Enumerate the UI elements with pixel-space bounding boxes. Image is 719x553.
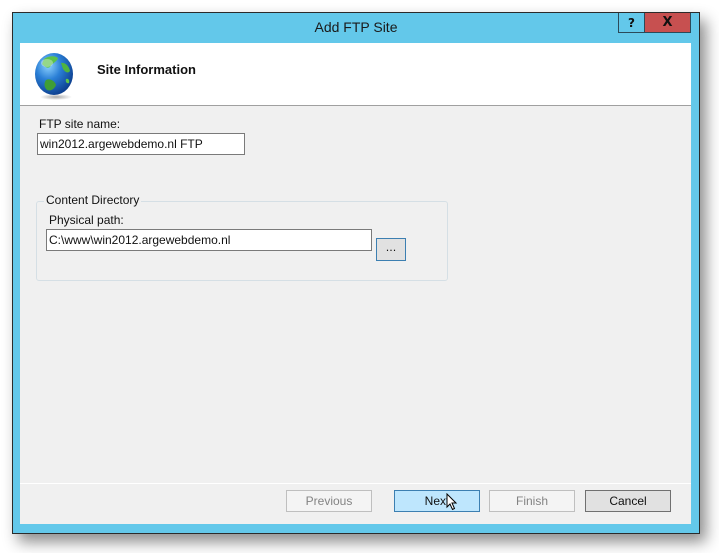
- physical-path-label: Physical path:: [49, 213, 124, 227]
- help-button[interactable]: ?: [618, 13, 645, 33]
- window-title: Add FTP Site: [314, 19, 398, 35]
- globe-icon: [35, 53, 73, 100]
- dialog-client-area: Site Information FTP site name: win2012.…: [20, 43, 691, 524]
- close-button[interactable]: X: [645, 13, 691, 33]
- physical-path-input[interactable]: C:\www\win2012.argewebdemo.nl: [46, 229, 372, 251]
- content-directory-legend: Content Directory: [44, 193, 142, 207]
- site-name-label: FTP site name:: [39, 117, 121, 131]
- next-button[interactable]: Next: [394, 490, 480, 512]
- finish-button[interactable]: Finish: [489, 490, 575, 512]
- mouse-cursor-icon: [446, 493, 458, 511]
- add-ftp-site-dialog: Add FTP Site ? X Site Information FTP si…: [12, 12, 700, 534]
- browse-button[interactable]: ...: [376, 238, 406, 261]
- title-bar[interactable]: Add FTP Site ? X: [13, 13, 699, 43]
- site-name-input[interactable]: win2012.argewebdemo.nl FTP: [37, 133, 245, 155]
- previous-button[interactable]: Previous: [286, 490, 372, 512]
- footer-separator: [20, 483, 691, 484]
- wizard-header: Site Information: [20, 43, 691, 106]
- cancel-button[interactable]: Cancel: [585, 490, 671, 512]
- page-title: Site Information: [97, 62, 196, 77]
